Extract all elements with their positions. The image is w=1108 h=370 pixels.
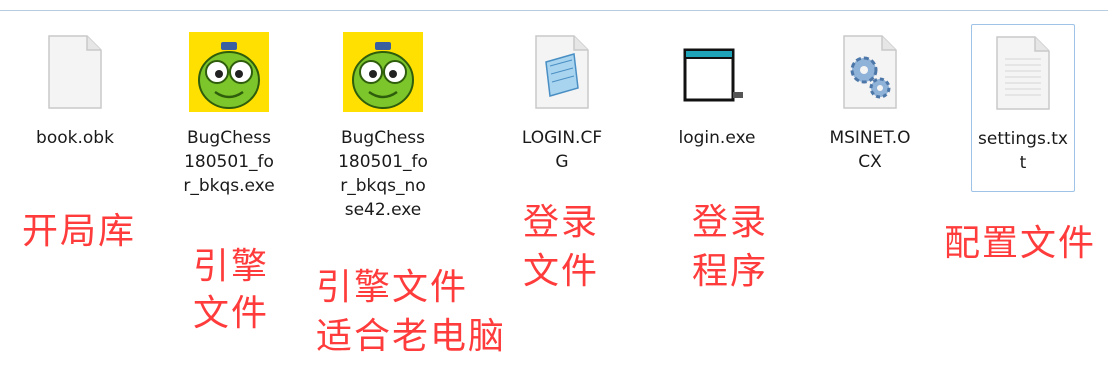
annotation-opening-book: 开局库 <box>22 211 137 252</box>
toolbar-divider <box>0 10 1108 11</box>
annotation-login-program-line1: 登录 <box>692 202 769 243</box>
blank-document-icon <box>48 35 102 109</box>
file-bugchess-bkqs[interactable]: BugChess180501_for_bkqs.exe <box>177 24 281 196</box>
annotation-login-file-line1: 登录 <box>523 202 600 243</box>
annotation-engine-file-line2: 文件 <box>193 293 270 334</box>
file-book-obk[interactable]: book.obk <box>23 24 127 194</box>
file-settings-txt[interactable]: settings.txt <box>971 24 1075 192</box>
annotation-engine-old-pc-line1: 引擎文件 <box>316 267 469 308</box>
file-msinet-ocx[interactable]: MSINET.OCX <box>818 24 922 194</box>
annotation-login-program-line2: 程序 <box>692 251 769 292</box>
file-name: LOGIN.CFG <box>521 128 603 172</box>
annotation-config-file: 配置文件 <box>944 223 1097 264</box>
text-document-icon <box>996 36 1050 110</box>
annotation-engine-file-line1: 引擎 <box>193 246 270 287</box>
notepad-icon <box>535 35 589 109</box>
file-login-cfg[interactable]: LOGIN.CFG <box>510 24 614 194</box>
bug-chess-app-icon <box>343 32 423 112</box>
file-name: BugChess180501_for_bkqs_nose42.exe <box>338 128 428 220</box>
annotation-login-file-line2: 文件 <box>523 251 600 292</box>
annotation-engine-old-pc-line2: 适合老电脑 <box>316 316 507 357</box>
bug-chess-app-icon <box>189 32 269 112</box>
file-bugchess-nose42[interactable]: BugChess180501_for_bkqs_nose42.exe <box>331 24 435 220</box>
file-name: BugChess180501_for_bkqs.exe <box>183 128 275 196</box>
file-name: MSINET.OCX <box>829 128 911 172</box>
gear-component-icon <box>843 35 897 109</box>
file-name: book.obk <box>36 128 114 148</box>
generic-exe-icon <box>683 48 743 102</box>
file-login-exe[interactable]: login.exe <box>665 24 769 194</box>
file-name: login.exe <box>678 128 756 148</box>
file-name: settings.txt <box>978 129 1068 173</box>
